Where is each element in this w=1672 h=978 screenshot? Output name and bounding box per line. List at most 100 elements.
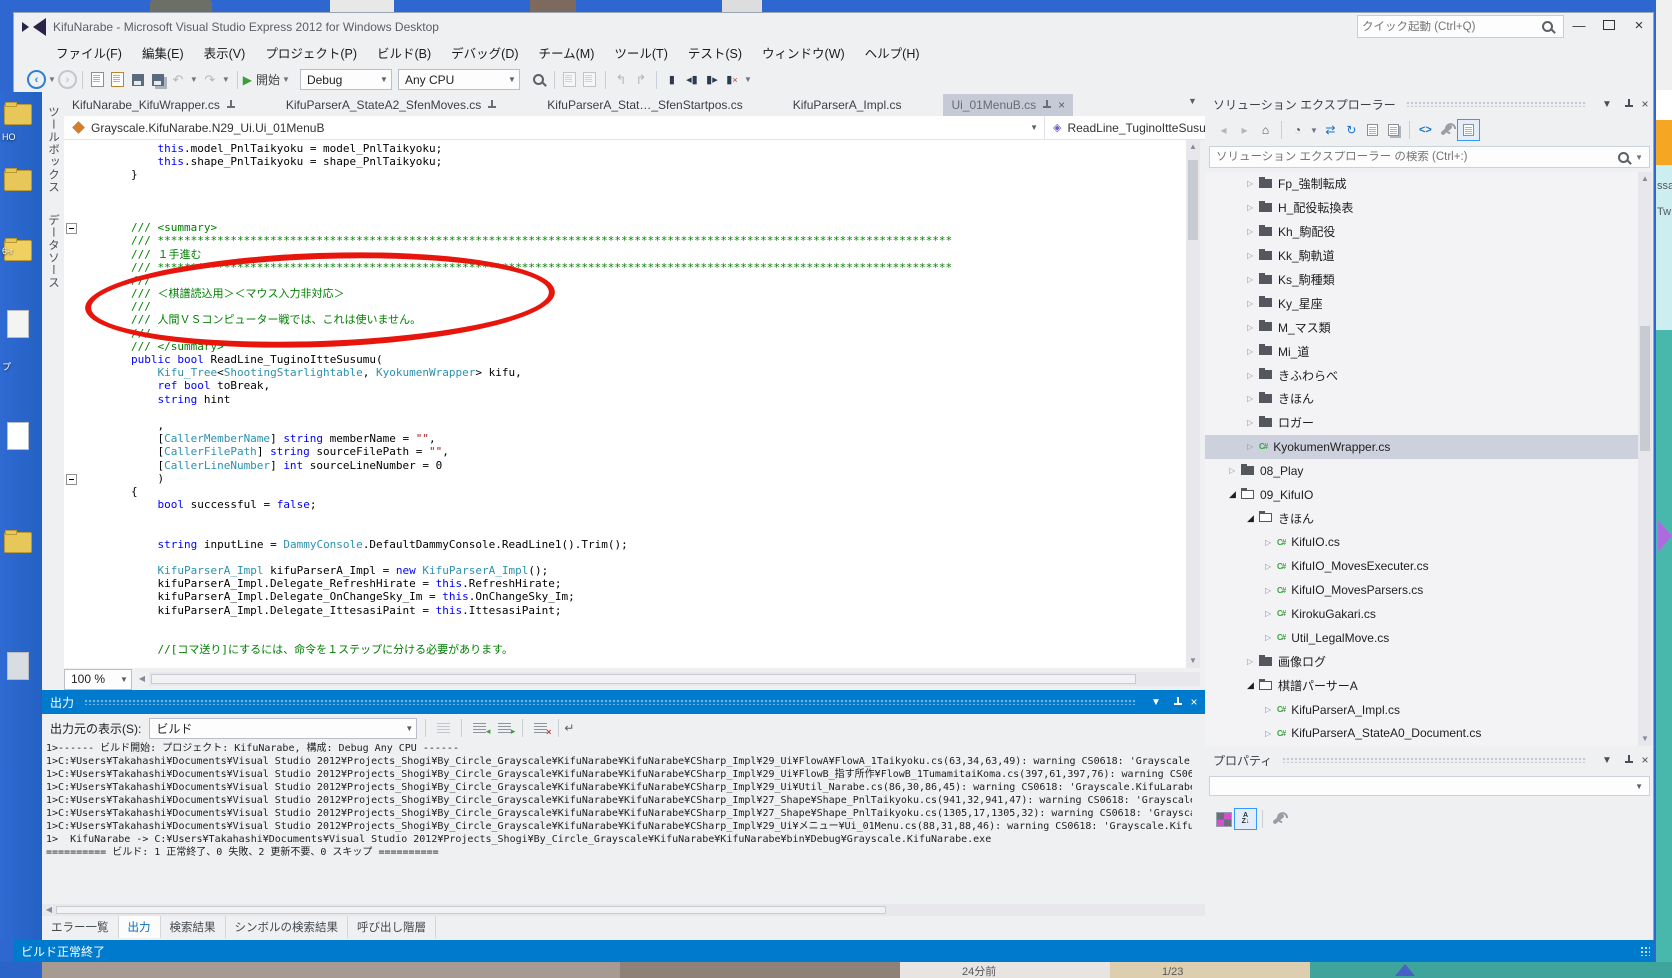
menu-item-ツール(T)[interactable]: ツール(T) [604,40,677,65]
start-dropdown-icon[interactable]: ▼ [282,75,290,84]
save-all-button[interactable] [148,70,168,90]
tree-item[interactable]: ▷ ロガー [1205,411,1638,435]
expand-icon[interactable]: ▷ [1247,179,1259,188]
document-tab[interactable]: KifuNarabe_KifuWrapper.cs [64,94,244,116]
close-icon[interactable]: × [1183,695,1205,709]
tree-item[interactable]: ▷ C# KifuParserA_Impl.cs [1205,698,1638,722]
tree-item[interactable]: ▷ Kh_駒配役 [1205,220,1638,244]
document-tab[interactable]: KifuParserA_StateA2_SfenMoves.cs [278,94,505,116]
step-over-button[interactable]: ↱ [631,70,651,90]
tree-item[interactable]: ◢ 09_KifuIO [1205,483,1638,507]
zoom-combo[interactable]: 100 % ▼ [64,668,132,690]
platform-combo[interactable]: Any CPU ▼ [397,69,520,90]
collapse-icon[interactable]: ◢ [1247,513,1259,524]
expand-icon[interactable]: ▷ [1247,442,1259,451]
scroll-up-icon[interactable]: ▲ [1638,172,1652,186]
expand-icon[interactable]: ▷ [1247,323,1259,332]
scroll-left-icon[interactable]: ◀ [42,903,56,917]
bookmark-clear-button[interactable]: ▮ × [722,70,742,90]
expand-icon[interactable]: ▷ [1247,347,1259,356]
expand-icon[interactable]: ▷ [1265,586,1277,595]
close-button[interactable]: × [1624,17,1654,37]
menu-item-チーム(M)[interactable]: チーム(M) [529,40,605,65]
expand-icon[interactable]: ▷ [1247,299,1259,308]
expand-icon[interactable]: ▷ [1247,418,1259,427]
scroll-up-icon[interactable]: ▲ [1186,140,1200,154]
navigate-forward-button[interactable]: › [57,70,77,89]
search-icon[interactable] [1542,21,1553,32]
add-item-button[interactable] [108,70,128,90]
tree-item[interactable]: ▷ Ks_駒種類 [1205,268,1638,292]
property-pages-icon[interactable] [1268,809,1289,829]
step-into-button[interactable]: ↰ [611,70,631,90]
expand-icon[interactable]: ▷ [1247,227,1259,236]
categorized-icon[interactable] [1213,809,1234,829]
expand-icon[interactable]: ▷ [1265,538,1277,547]
expand-icon[interactable]: ▷ [1265,609,1277,618]
close-icon[interactable]: × [1634,753,1656,767]
menu-item-ファイル(F)[interactable]: ファイル(F) [46,40,132,65]
code-editor[interactable]: this .model_PnlTaikyoku = model_PnlTaikyo… [64,140,1186,668]
tool-tab-シンボルの検索結果[interactable]: シンボルの検索結果 [226,916,348,938]
menu-item-テスト(S)[interactable]: テスト(S) [678,40,752,65]
tool-tab-出力[interactable]: 出力 [118,916,161,938]
bookmark-previous-button[interactable]: ◂▮ [682,70,702,90]
tree-item[interactable]: ◢ 棋譜パーサーA [1205,674,1638,698]
expand-icon[interactable]: ▷ [1247,657,1259,666]
redo-dropdown-icon[interactable]: ▼ [222,75,230,84]
sync-with-active-document-icon[interactable]: ⇄ [1320,120,1341,140]
fold-collapse-icon[interactable] [66,223,77,235]
start-debug-icon[interactable]: ▶ [243,73,252,87]
expand-icon[interactable]: ▷ [1247,394,1259,403]
solution-search-input[interactable] [1210,151,1619,163]
expand-icon[interactable]: ▷ [1247,371,1259,380]
desktop-file-icon[interactable] [7,652,29,680]
type-dropdown[interactable]: Grayscale.KifuNarabe.N29_Ui.Ui_01MenuB ▼ [64,116,1044,139]
menu-item-ビルド(B)[interactable]: ビルド(B) [367,40,441,65]
solution-explorer-titlebar[interactable]: ソリューション エクスプローラー ▼ × [1205,92,1656,116]
chevron-down-icon[interactable]: ▼ [1635,153,1643,162]
tool-tab-呼び出し階層[interactable]: 呼び出し階層 [348,916,436,938]
window-position-dropdown-icon[interactable]: ▼ [1596,755,1618,766]
undo-button[interactable]: ↶ [168,70,188,90]
collapse-icon[interactable]: ◢ [1229,489,1241,500]
message-levels-icon[interactable] [437,722,451,734]
bookmark-toggle-button[interactable]: ▮ [662,70,682,90]
fold-collapse-icon[interactable] [66,473,77,485]
editor-vscrollbar[interactable]: ▲ ▼ [1186,140,1200,668]
collapse-all-icon[interactable] [1362,120,1383,140]
menu-item-ヘルプ(H)[interactable]: ヘルプ(H) [855,40,930,65]
tree-item[interactable]: ▷ C# KifuParserA_StateA0_Document.cs [1205,721,1638,745]
close-icon[interactable]: × [1634,97,1656,111]
document-tab[interactable]: Ui_01MenuB.cs × [943,94,1074,116]
document-tab[interactable]: KifuParserA_Stat…_SfenStartpos.cs [539,94,750,116]
solution-explorer-search[interactable]: ▼ [1209,146,1650,168]
pin-icon[interactable] [1624,99,1634,109]
toolbar-overflow-icon[interactable]: ▼ [744,75,752,84]
scroll-left-icon[interactable]: ◀ [135,672,149,686]
output-source-combo[interactable]: ビルド ▼ [149,717,418,739]
menu-item-表示(V)[interactable]: 表示(V) [194,40,256,65]
editor-hscrollbar[interactable] [149,672,1200,686]
solution-tree-vscrollbar[interactable]: ▲ ▼ [1638,172,1652,746]
menu-item-デバッグ(D)[interactable]: デバッグ(D) [441,40,528,65]
output-console[interactable]: 1>------ ビルド開始: プロジェクト: KifuNarabe, 構成: … [42,742,1192,904]
menu-item-編集(E)[interactable]: 編集(E) [132,40,194,65]
tree-item[interactable]: ▷ Fp_強制転成 [1205,172,1638,196]
expand-icon[interactable]: ▷ [1247,275,1259,284]
tree-item[interactable]: ▷ Kk_駒軌道 [1205,244,1638,268]
search-icon[interactable] [1618,151,1630,163]
tree-item[interactable]: ▷ C# KifuIO_MovesExecuter.cs [1205,554,1638,578]
pin-icon[interactable] [1042,100,1052,110]
output-hscrollbar[interactable]: ◀ [42,904,1205,916]
tree-item[interactable]: ▷ H_配役転換表 [1205,196,1638,220]
clear-all-icon[interactable]: × [534,722,551,737]
start-debug-label[interactable]: 開始 [256,71,280,88]
collapse-icon[interactable]: ◢ [1247,680,1259,691]
close-icon[interactable]: × [1058,98,1065,112]
output-panel-titlebar[interactable]: 出力 ▼ × [42,690,1205,714]
chevron-down-icon[interactable]: ▼ [1310,126,1318,135]
breakpoint-window-button[interactable] [560,70,580,90]
show-all-files-icon[interactable] [1383,120,1404,140]
properties-object-combo[interactable]: ▼ [1209,776,1650,796]
